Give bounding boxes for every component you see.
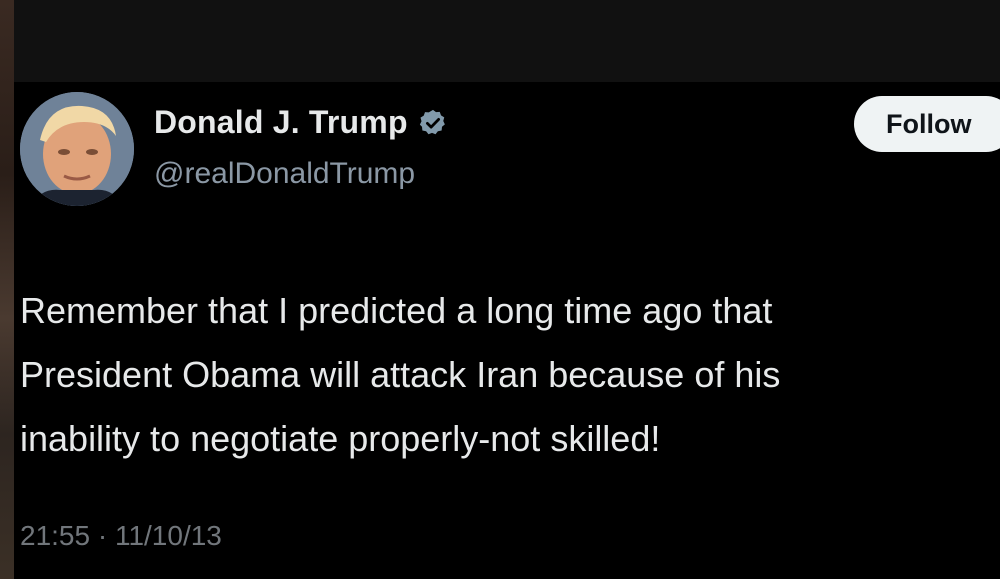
top-band	[14, 0, 1000, 82]
background-edge	[0, 0, 14, 579]
verified-badge-icon	[418, 108, 448, 138]
author-name-row: Donald J. Trump	[154, 104, 448, 141]
follow-button[interactable]: Follow	[854, 96, 1000, 152]
profile-avatar[interactable]	[20, 92, 134, 206]
author-display-name[interactable]: Donald J. Trump	[154, 104, 408, 141]
tweet-card: Donald J. Trump @realDonaldTrump Follow …	[14, 82, 1000, 579]
author-handle[interactable]: @realDonaldTrump	[154, 157, 415, 191]
tweet-timestamp[interactable]: 21:55 · 11/10/13	[20, 520, 222, 552]
avatar-image	[20, 92, 134, 206]
tweet-text: Remember that I predicted a long time ag…	[20, 290, 781, 459]
